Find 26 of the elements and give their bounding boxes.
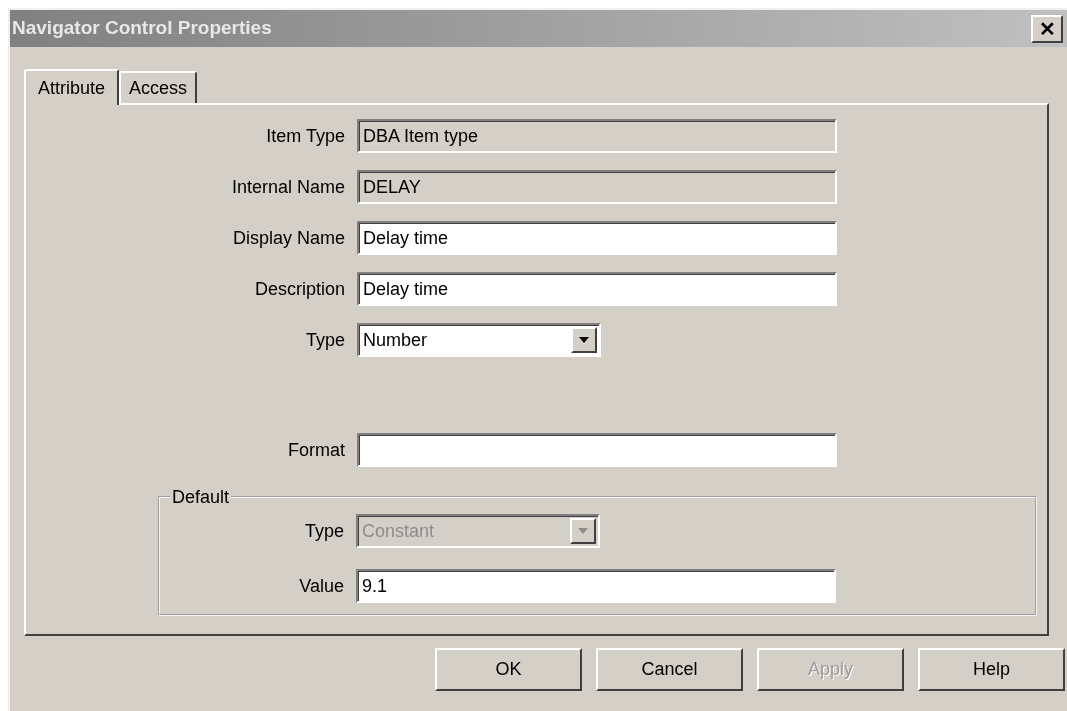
tab[interactable]: Attribute xyxy=(24,69,120,105)
tab[interactable]: Access xyxy=(119,71,198,103)
field-label: Display Name xyxy=(231,226,346,250)
field-label: Value xyxy=(298,574,345,598)
input-field[interactable]: Delay time xyxy=(357,272,837,306)
field-label: Item Type xyxy=(265,124,346,148)
field-label: Internal Name xyxy=(230,175,346,199)
dropdown-value: Constant xyxy=(362,519,435,543)
field-label: Description xyxy=(253,277,346,301)
readonly-field: DBA Item type xyxy=(357,119,837,153)
dialog-button[interactable]: Cancel xyxy=(596,648,743,691)
field-label: Type xyxy=(303,519,345,543)
dialog-button[interactable]: OK xyxy=(435,648,582,691)
dialog-button[interactable]: Help xyxy=(918,648,1065,691)
group-title: Default xyxy=(170,488,232,506)
close-button[interactable]: ✕ xyxy=(1031,14,1063,43)
window-title: Navigator Control Properties xyxy=(12,16,272,41)
input-field[interactable]: 9.1 xyxy=(356,569,836,603)
readonly-field: DELAY xyxy=(357,170,837,204)
field-label: Type xyxy=(304,328,346,352)
input-field[interactable] xyxy=(357,433,837,467)
dropdown[interactable]: Number xyxy=(357,323,601,357)
dropdown-value: Number xyxy=(363,328,428,352)
input-field[interactable]: Delay time xyxy=(357,221,837,255)
dialog-button: Apply xyxy=(757,648,904,691)
field-label: Format xyxy=(287,438,346,462)
